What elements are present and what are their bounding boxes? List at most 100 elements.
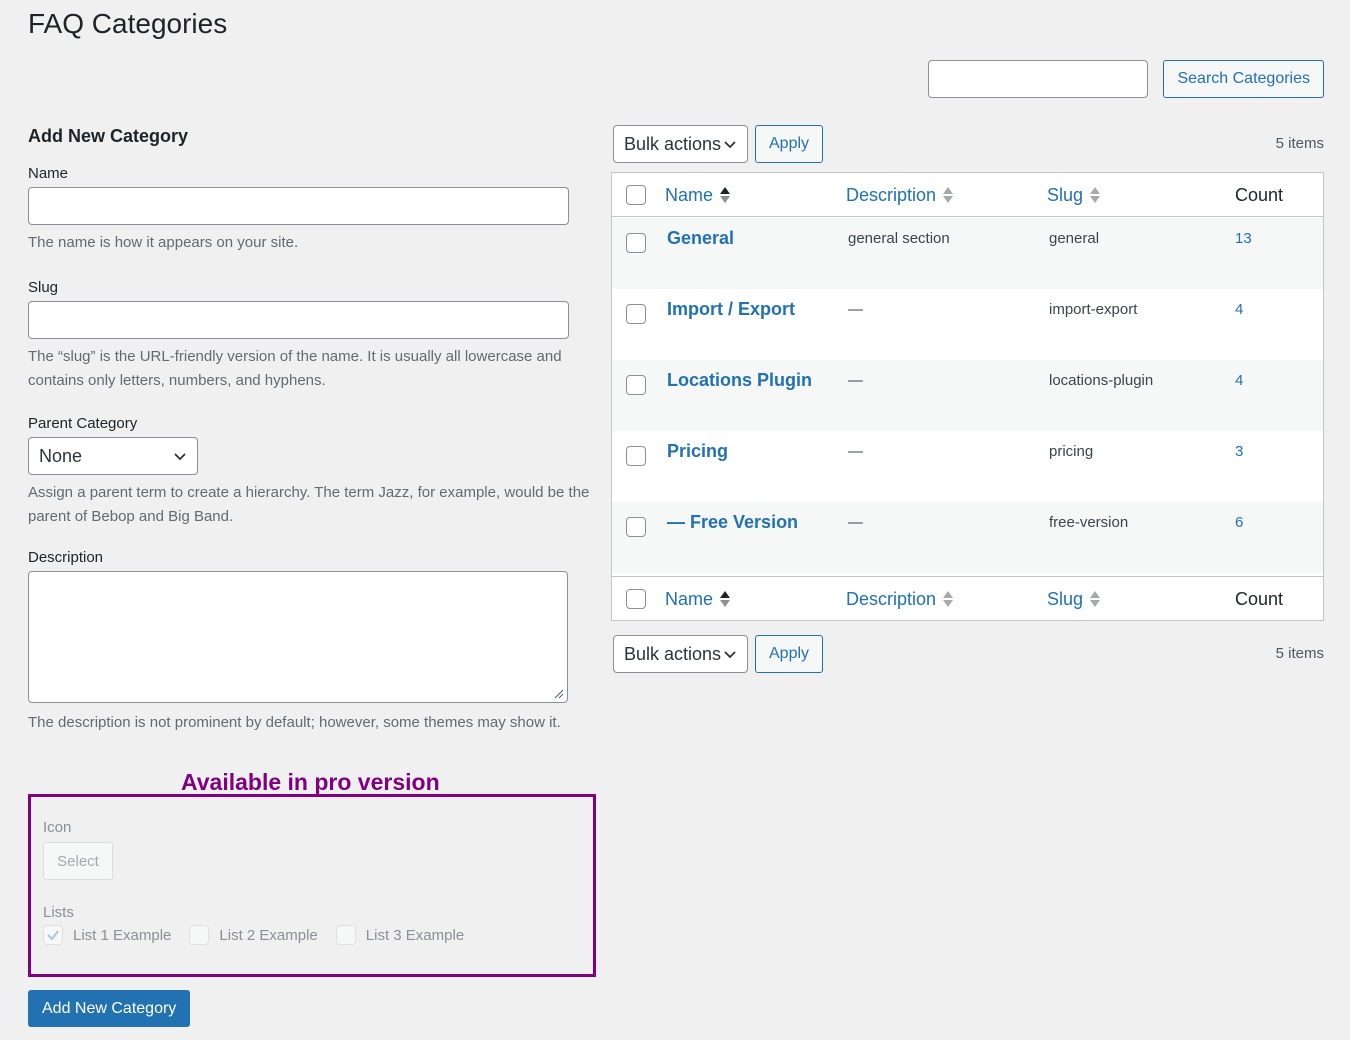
- row-checkbox[interactable]: [626, 233, 646, 253]
- parent-help: Assign a parent term to create a hierarc…: [28, 484, 590, 525]
- row-name-link[interactable]: Pricing: [667, 441, 728, 462]
- row-description: —: [848, 301, 863, 318]
- bulk-actions-label: Bulk actions: [624, 643, 722, 664]
- row-checkbox[interactable]: [626, 446, 646, 466]
- row-slug: pricing: [1049, 443, 1094, 460]
- parent-selected-value: None: [39, 445, 83, 466]
- item-count-bottom: 5 items: [1275, 645, 1324, 662]
- row-count-link[interactable]: 6: [1235, 514, 1243, 531]
- row-description: —: [848, 443, 863, 460]
- apply-button[interactable]: Apply: [755, 125, 824, 163]
- parent-category-select[interactable]: None: [28, 437, 198, 475]
- sort-icon: [1090, 187, 1101, 203]
- table-row: Locations Plugin — locations-plugin 4: [612, 360, 1323, 431]
- row-slug: free-version: [1049, 514, 1129, 531]
- column-count-label: Count: [1235, 588, 1284, 609]
- column-description[interactable]: Description: [846, 173, 954, 217]
- column-slug[interactable]: Slug: [1047, 577, 1101, 621]
- select-all-checkbox[interactable]: [626, 185, 646, 205]
- list-checkbox-3: [335, 925, 356, 945]
- row-count-link[interactable]: 13: [1235, 230, 1252, 247]
- description-field: Description The description is not promi…: [28, 549, 598, 735]
- sort-icon: [943, 187, 954, 203]
- slug-field: Slug The “slug” is the URL-friendly vers…: [28, 279, 598, 393]
- slug-input[interactable]: [28, 301, 569, 339]
- search-categories-button[interactable]: Search Categories: [1163, 60, 1324, 98]
- check-icon: [47, 930, 59, 941]
- description-textarea[interactable]: [28, 571, 568, 703]
- tablenav-bottom: Bulk actions Apply 5 items: [613, 635, 1324, 675]
- apply-button-bottom[interactable]: Apply: [755, 635, 824, 673]
- description-label: Description: [28, 549, 104, 566]
- add-category-form: Add New Category Name The name is how it…: [28, 126, 598, 759]
- column-slug-label: Slug: [1047, 588, 1084, 609]
- search-input[interactable]: [928, 60, 1149, 98]
- column-count-label: Count: [1235, 184, 1284, 205]
- resize-grip-icon[interactable]: [554, 689, 564, 699]
- column-slug[interactable]: Slug: [1047, 173, 1101, 217]
- icon-select-button: Select: [43, 842, 113, 880]
- list-option: List 2 Example: [189, 925, 318, 945]
- table-row: Pricing — pricing 3: [612, 431, 1323, 502]
- table-body: General general section general 13 Impor…: [612, 218, 1323, 573]
- pro-version-caption: Available in pro version: [181, 769, 440, 795]
- row-checkbox[interactable]: [626, 304, 646, 324]
- table-row: Import / Export — import-export 4: [612, 289, 1323, 360]
- item-count: 5 items: [1275, 135, 1324, 152]
- row-slug: import-export: [1049, 301, 1138, 318]
- row-name-link[interactable]: General: [667, 228, 734, 249]
- row-name-link[interactable]: — Free Version: [667, 512, 798, 533]
- lists-label: Lists: [43, 904, 74, 921]
- sort-asc-icon: [720, 187, 731, 203]
- row-name-link[interactable]: Locations Plugin: [667, 370, 812, 391]
- categories-table: Name Description Slug Count General gene…: [611, 172, 1324, 621]
- column-description[interactable]: Description: [846, 577, 954, 621]
- slug-help: The “slug” is the URL-friendly version o…: [28, 348, 562, 389]
- sort-asc-icon: [720, 591, 731, 607]
- row-checkbox[interactable]: [626, 375, 646, 395]
- row-description: general section: [848, 230, 950, 247]
- list-checkbox-2: [189, 925, 210, 945]
- list-option: List 1 Example: [43, 925, 171, 945]
- bulk-actions-select-bottom[interactable]: Bulk actions: [613, 635, 748, 673]
- sort-icon: [1090, 591, 1101, 607]
- list-checkbox-1: [43, 925, 63, 945]
- row-count-link[interactable]: 4: [1235, 301, 1243, 318]
- tablenav-top: Bulk actions Apply 5 items: [613, 125, 1324, 165]
- column-name[interactable]: Name: [665, 173, 731, 217]
- row-count-link[interactable]: 4: [1235, 372, 1243, 389]
- parent-field: Parent Category None Assign a parent ter…: [28, 415, 598, 529]
- column-name-label: Name: [665, 184, 714, 205]
- name-help: The name is how it appears on your site.: [28, 234, 299, 251]
- search-box: Search Categories: [928, 60, 1324, 98]
- row-checkbox[interactable]: [626, 517, 646, 537]
- row-count-link[interactable]: 3: [1235, 443, 1243, 460]
- name-input[interactable]: [28, 187, 569, 225]
- column-slug-label: Slug: [1047, 184, 1084, 205]
- column-description-label: Description: [846, 184, 937, 205]
- bulk-actions-label: Bulk actions: [624, 133, 722, 154]
- slug-label: Slug: [28, 279, 59, 296]
- chevron-down-icon: [724, 651, 736, 659]
- chevron-down-icon: [724, 141, 736, 149]
- select-all-checkbox-footer[interactable]: [626, 589, 646, 609]
- row-description: —: [848, 372, 863, 389]
- pro-features-box: Icon Select Lists List 1 Example List 2 …: [28, 794, 596, 977]
- description-help: The description is not prominent by defa…: [28, 714, 561, 731]
- bulk-actions-select[interactable]: Bulk actions: [613, 125, 748, 163]
- row-description: —: [848, 514, 863, 531]
- list-option-label: List 3 Example: [365, 926, 465, 944]
- table-row: General general section general 13: [612, 218, 1323, 289]
- column-count: Count: [1235, 173, 1283, 217]
- table-header: Name Description Slug Count: [612, 173, 1323, 217]
- row-slug: general: [1049, 230, 1100, 247]
- list-option-label: List 1 Example: [73, 926, 172, 944]
- lists-options: List 1 Example List 2 Example List 3 Exa…: [43, 925, 581, 945]
- chevron-down-icon: [174, 453, 186, 461]
- column-name[interactable]: Name: [665, 577, 731, 621]
- row-name-link[interactable]: Import / Export: [667, 299, 795, 320]
- icon-label: Icon: [43, 819, 72, 836]
- page-title: FAQ Categories: [28, 8, 228, 39]
- add-new-category-button[interactable]: Add New Category: [28, 990, 191, 1027]
- list-option-label: List 2 Example: [219, 926, 318, 944]
